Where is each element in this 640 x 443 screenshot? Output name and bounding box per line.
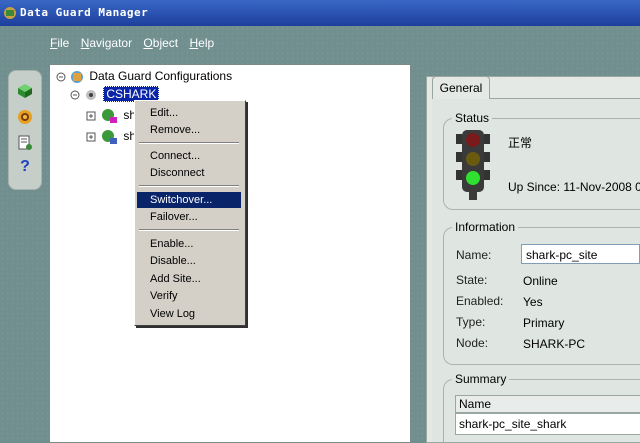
- tree-root-label: Data Guard Configurations: [89, 69, 233, 83]
- config-icon: [70, 89, 96, 100]
- name-field[interactable]: shark-pc_site: [521, 244, 640, 264]
- information-group-title: Information: [452, 220, 519, 234]
- menu-object[interactable]: Object: [143, 36, 178, 50]
- menu-item-disable[interactable]: Disable...: [137, 253, 241, 269]
- menu-navigator[interactable]: Navigator: [81, 36, 132, 50]
- tree-site-node-2[interactable]: sh: [86, 128, 136, 144]
- context-menu: Edit... Remove... Connect... Disconnect …: [134, 100, 246, 326]
- menu-separator: [139, 142, 239, 144]
- status-group-title: Status: [452, 111, 493, 125]
- enabled-value: Yes: [523, 295, 543, 309]
- menu-item-failover[interactable]: Failover...: [137, 209, 241, 225]
- menu-item-view-log[interactable]: View Log: [137, 306, 241, 322]
- tree-site-node-1[interactable]: sh: [86, 107, 136, 123]
- traffic-light-icon: [456, 130, 490, 200]
- menu-item-remove[interactable]: Remove...: [137, 122, 241, 138]
- status-value: 正常: [508, 136, 533, 150]
- properties-icon[interactable]: [17, 135, 33, 151]
- state-value: Online: [523, 274, 558, 288]
- enabled-label: Enabled:: [456, 294, 504, 308]
- menu-item-switchover[interactable]: Switchover...: [137, 192, 241, 208]
- menu-item-enable[interactable]: Enable...: [137, 236, 241, 252]
- menu-separator: [139, 185, 239, 187]
- tab-general[interactable]: General: [432, 76, 490, 99]
- type-label: Type:: [456, 315, 486, 329]
- target-icon[interactable]: [17, 109, 33, 125]
- summary-group-title: Summary: [452, 372, 510, 386]
- window-title: Data Guard Manager: [20, 6, 149, 19]
- app-icon: [4, 7, 16, 19]
- help-icon[interactable]: ?: [17, 159, 33, 175]
- state-label: State:: [456, 273, 488, 287]
- node-label: Node:: [456, 336, 489, 350]
- menu-item-verify[interactable]: Verify: [137, 288, 241, 304]
- summary-column-name[interactable]: Name: [455, 395, 640, 413]
- up-since-text: Up Since: 11-Nov-2008 0: [508, 180, 640, 194]
- name-label: Name:: [456, 248, 492, 262]
- menu-item-edit[interactable]: Edit...: [137, 105, 241, 121]
- config-root-icon: [56, 70, 83, 83]
- menu-item-disconnect[interactable]: Disconnect: [137, 165, 241, 181]
- menu-item-add-site[interactable]: Add Site...: [137, 271, 241, 287]
- site-icon: [86, 129, 117, 144]
- menu-file[interactable]: File: [50, 36, 69, 50]
- node-value: SHARK-PC: [523, 337, 586, 351]
- menu-bar: File Navigator Object Help: [50, 36, 222, 54]
- title-bar: Data Guard Manager: [0, 0, 640, 26]
- tree-root[interactable]: Data Guard Configurations: [56, 68, 232, 84]
- type-value: Primary: [523, 316, 565, 330]
- menu-item-connect[interactable]: Connect...: [137, 148, 241, 164]
- summary-row[interactable]: shark-pc_site_shark: [455, 413, 640, 435]
- menu-help[interactable]: Help: [189, 36, 214, 50]
- site-icon: [86, 108, 117, 123]
- cube-icon[interactable]: [17, 83, 33, 99]
- menu-separator: [139, 229, 239, 231]
- tool-rail: ?: [8, 70, 42, 190]
